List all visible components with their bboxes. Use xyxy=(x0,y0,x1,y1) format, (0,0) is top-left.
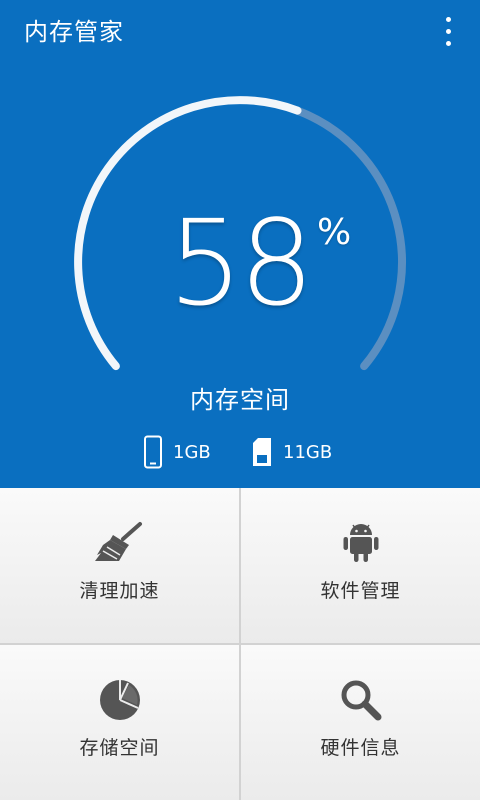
clean-speedup-label: 清理加速 xyxy=(79,580,160,602)
gauge-label: 内存空间 xyxy=(190,386,290,414)
grid-divider-horizontal xyxy=(0,643,480,645)
phone-icon xyxy=(144,435,162,469)
header-panel: 内存管家 58 % 内存空间 1GB 11GB xyxy=(0,0,480,488)
android-icon xyxy=(343,524,378,562)
storage-space-label: 存储空间 xyxy=(79,737,160,759)
sd-card-storage-value: 11GB xyxy=(283,441,333,463)
feature-grid: 清理加速 软件管理 存储空间 硬件信息 xyxy=(0,488,480,800)
software-management-tile[interactable]: 软件管理 xyxy=(241,488,480,643)
hardware-info-label: 硬件信息 xyxy=(320,737,401,759)
hardware-info-tile[interactable]: 硬件信息 xyxy=(241,645,480,800)
pie-chart-icon xyxy=(99,680,140,720)
memory-percent-unit: % xyxy=(317,212,352,253)
magnifier-icon xyxy=(341,680,381,721)
memory-percent-value: 58 xyxy=(168,194,314,332)
software-management-label: 软件管理 xyxy=(320,580,401,602)
phone-storage: 1GB xyxy=(143,432,211,472)
sd-card-storage: 11GB xyxy=(251,432,332,472)
sd-card-icon xyxy=(253,438,271,466)
clean-speedup-tile[interactable]: 清理加速 xyxy=(0,488,239,643)
phone-storage-value: 1GB xyxy=(173,441,211,463)
broom-icon xyxy=(94,522,142,561)
storage-space-tile[interactable]: 存储空间 xyxy=(0,645,239,800)
